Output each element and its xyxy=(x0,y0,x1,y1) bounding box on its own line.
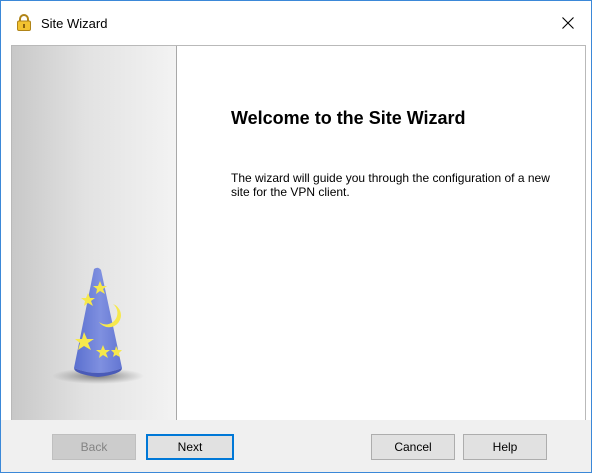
close-icon xyxy=(562,16,574,29)
window-title: Site Wizard xyxy=(41,16,108,31)
button-bar: Back Next Cancel Help xyxy=(1,420,591,472)
wizard-heading: Welcome to the Site Wizard xyxy=(231,108,466,128)
wizard-description: The wizard will guide you through the co… xyxy=(231,171,550,199)
wizard-page: Welcome to the Site Wizard The wizard wi… xyxy=(11,45,586,421)
back-button[interactable]: Back xyxy=(52,434,136,460)
padlock-icon xyxy=(16,14,32,31)
title-bar[interactable]: Site Wizard xyxy=(1,1,591,44)
site-wizard-window: Site Wizard Welcome to the Site Wizard T… xyxy=(0,0,592,473)
wizard-side-panel xyxy=(12,46,177,420)
cancel-button[interactable]: Cancel xyxy=(371,434,455,460)
close-button[interactable] xyxy=(545,1,591,44)
next-button[interactable]: Next xyxy=(146,434,234,460)
help-button[interactable]: Help xyxy=(463,434,547,460)
wizard-hat-icon xyxy=(52,267,144,384)
